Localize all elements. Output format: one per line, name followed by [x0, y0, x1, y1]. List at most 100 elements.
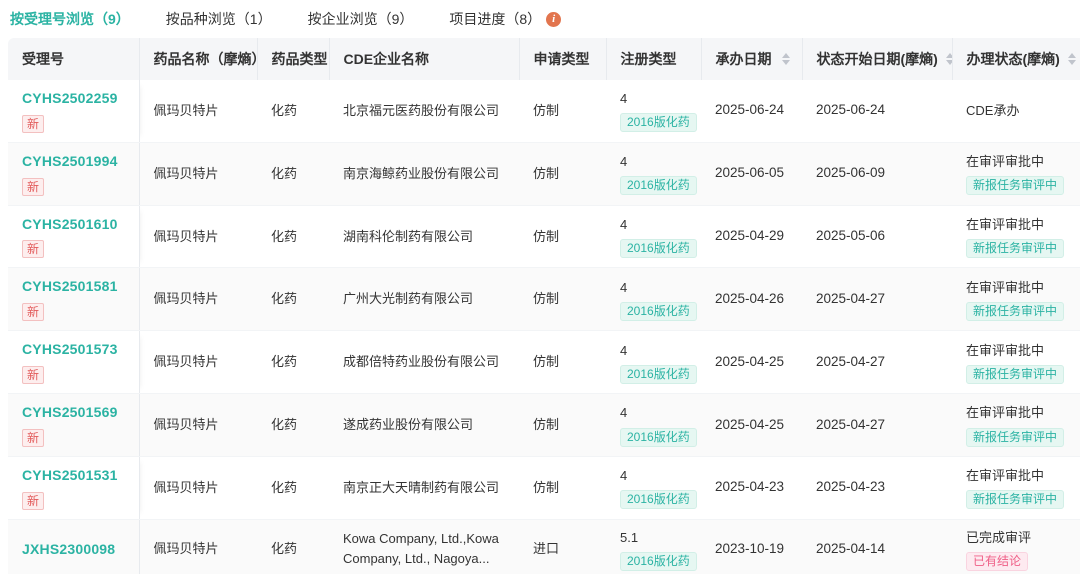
status-badge: 新报任务审评中 — [966, 427, 1065, 447]
acceptance-no-link[interactable]: CYHS2501573 — [22, 339, 127, 361]
cell-acceptance-no: CYHS2501569 新 — [8, 393, 140, 457]
info-icon[interactable]: i — [546, 11, 562, 27]
tab-by-acceptance-no[interactable]: 按受理号浏览（9） — [10, 9, 130, 29]
cell-acceptance-no: CYHS2501531 新 — [8, 456, 140, 520]
cell-status-start-date: 2025-04-27 — [802, 393, 952, 457]
cell-registration-type: 5.1 2016版化药 — [606, 519, 701, 574]
registration-type-number: 4 — [620, 154, 628, 170]
cell-processing-status: 在审评审批中 新报任务审评中 — [952, 456, 1080, 520]
status-badge: 新报任务审评中 — [966, 301, 1065, 321]
cell-cde-company: 湖南科伦制药有限公司 — [329, 205, 519, 269]
processing-status-text: 在审评审批中 — [966, 216, 1045, 232]
cell-status-start-date: 2025-04-27 — [802, 330, 952, 395]
cell-application-type: 仿制 — [519, 267, 606, 332]
cell-undertake-date: 2025-04-23 — [701, 456, 802, 520]
processing-status-text: 在审评审批中 — [966, 154, 1045, 170]
cell-cde-company: 遂成药业股份有限公司 — [329, 393, 519, 457]
registration-version-badge: 2016版化药 — [620, 427, 697, 447]
cell-drug-name: 佩玛贝特片 — [139, 80, 257, 143]
new-badge: 新 — [22, 428, 45, 447]
acceptance-no-link[interactable]: CYHS2501610 — [22, 214, 127, 236]
cell-cde-company: 北京福元医药股份有限公司 — [329, 80, 519, 143]
cell-drug-type: 化药 — [257, 205, 329, 269]
cell-cde-company: 南京正大天晴制药有限公司 — [329, 456, 519, 520]
table-row[interactable]: CYHS2501610 新 佩玛贝特片 化药 湖南科伦制药有限公司 仿制 4 2… — [8, 205, 1080, 269]
acceptance-no-link[interactable]: CYHS2501994 — [22, 151, 127, 173]
new-badge: 新 — [22, 303, 45, 322]
cell-processing-status: 在审评审批中 新报任务审评中 — [952, 330, 1080, 395]
new-badge: 新 — [22, 240, 45, 259]
cell-drug-type: 化药 — [257, 142, 329, 206]
sort-control-status-start-date[interactable] — [945, 53, 951, 65]
registration-type-number: 4 — [620, 91, 628, 107]
col-header-application-type: 申请类型 — [519, 38, 607, 80]
registration-type-number: 5.1 — [620, 529, 639, 545]
col-header-cde-company: CDE企业名称 — [329, 38, 520, 80]
table-row[interactable]: CYHS2501569 新 佩玛贝特片 化药 遂成药业股份有限公司 仿制 4 2… — [8, 393, 1080, 457]
cell-undertake-date: 2023-10-19 — [701, 519, 802, 574]
table-row[interactable]: CYHS2501531 新 佩玛贝特片 化药 南京正大天晴制药有限公司 仿制 4… — [8, 456, 1080, 520]
table-row[interactable]: CYHS2502259 新 佩玛贝特片 化药 北京福元医药股份有限公司 仿制 4… — [8, 80, 1080, 143]
cell-acceptance-no: JXHS2300098 — [8, 519, 140, 574]
cell-status-start-date: 2025-04-14 — [802, 519, 952, 574]
cell-undertake-date: 2025-06-24 — [701, 80, 802, 143]
tab-project-progress[interactable]: 项目进度（8） i — [449, 9, 562, 29]
acceptance-no-link[interactable]: CYHS2501581 — [22, 276, 127, 298]
cell-status-start-date: 2025-04-23 — [802, 456, 952, 520]
col-header-acceptance-no: 受理号 — [8, 38, 140, 80]
cell-undertake-date: 2025-04-25 — [701, 330, 802, 395]
acceptance-no-link[interactable]: JXHS2300098 — [22, 539, 127, 561]
status-badge: 新报任务审评中 — [966, 239, 1065, 259]
acceptance-no-link[interactable]: CYHS2501531 — [22, 465, 127, 487]
cell-processing-status: 在审评审批中 新报任务审评中 — [952, 393, 1080, 457]
cell-acceptance-no: CYHS2501581 新 — [8, 267, 140, 332]
table-row[interactable]: JXHS2300098 佩玛贝特片 化药 Kowa Company, Ltd.,… — [8, 519, 1080, 574]
tab-by-variety[interactable]: 按品种浏览（1） — [166, 9, 272, 29]
col-header-status-start-date: 状态开始日期(摩熵) — [802, 38, 953, 80]
processing-status-text: 已完成审评 — [966, 529, 1032, 545]
table-row[interactable]: CYHS2501994 新 佩玛贝特片 化药 南京海鲸药业股份有限公司 仿制 4… — [8, 142, 1080, 206]
cell-drug-name: 佩玛贝特片 — [139, 393, 257, 457]
sort-control-processing-status[interactable] — [1067, 53, 1076, 65]
status-badge: 已有结论 — [966, 551, 1029, 571]
table-row[interactable]: CYHS2501573 新 佩玛贝特片 化药 成都倍特药业股份有限公司 仿制 4… — [8, 330, 1080, 395]
processing-status-text: 在审评审批中 — [966, 405, 1045, 421]
cell-drug-name: 佩玛贝特片 — [139, 142, 257, 206]
results-table: 受理号 药品名称（摩熵） 药品类型 CDE企业名称 申请类型 注册类型 承办日期 — [8, 38, 1080, 574]
table-row[interactable]: CYHS2501581 新 佩玛贝特片 化药 广州大光制药有限公司 仿制 4 2… — [8, 267, 1080, 332]
cell-cde-company: 广州大光制药有限公司 — [329, 267, 519, 332]
cell-registration-type: 4 2016版化药 — [606, 80, 701, 143]
cell-application-type: 仿制 — [519, 330, 606, 395]
cell-acceptance-no: CYHS2501994 新 — [8, 142, 140, 206]
cell-application-type: 仿制 — [519, 456, 606, 520]
sort-control-undertake-date[interactable] — [781, 53, 790, 65]
col-header-drug-name: 药品名称（摩熵） — [139, 38, 258, 80]
acceptance-no-link[interactable]: CYHS2501569 — [22, 402, 127, 424]
tab-by-company[interactable]: 按企业浏览（9） — [308, 9, 414, 29]
cell-processing-status: 在审评审批中 新报任务审评中 — [952, 267, 1080, 332]
cell-cde-company: 南京海鲸药业股份有限公司 — [329, 142, 519, 206]
col-header-status-start-date-label: 状态开始日期(摩熵) — [816, 51, 938, 67]
new-badge: 新 — [22, 177, 45, 196]
status-badge: 新报任务审评中 — [966, 176, 1065, 196]
cell-drug-name: 佩玛贝特片 — [139, 330, 257, 395]
cell-application-type: 仿制 — [519, 393, 606, 457]
registration-version-badge: 2016版化药 — [620, 551, 697, 571]
processing-status-text: 在审评审批中 — [966, 342, 1045, 358]
registration-version-badge: 2016版化药 — [620, 364, 697, 384]
col-header-undertake-date-label: 承办日期 — [715, 51, 772, 67]
new-badge: 新 — [22, 491, 45, 510]
acceptance-no-link[interactable]: CYHS2502259 — [22, 88, 127, 110]
cell-status-start-date: 2025-04-27 — [802, 267, 952, 332]
registration-type-number: 4 — [620, 342, 628, 358]
cell-processing-status: CDE承办 — [952, 80, 1080, 143]
cell-undertake-date: 2025-04-25 — [701, 393, 802, 457]
col-header-processing-status-label: 办理状态(摩熵) — [966, 51, 1060, 67]
sort-asc-icon — [945, 53, 951, 58]
cell-application-type: 仿制 — [519, 205, 606, 269]
cell-application-type: 仿制 — [519, 142, 606, 206]
sort-desc-icon — [1067, 60, 1076, 65]
cell-registration-type: 4 2016版化药 — [606, 393, 701, 457]
sort-desc-icon — [781, 60, 790, 65]
cell-drug-name: 佩玛贝特片 — [139, 205, 257, 269]
